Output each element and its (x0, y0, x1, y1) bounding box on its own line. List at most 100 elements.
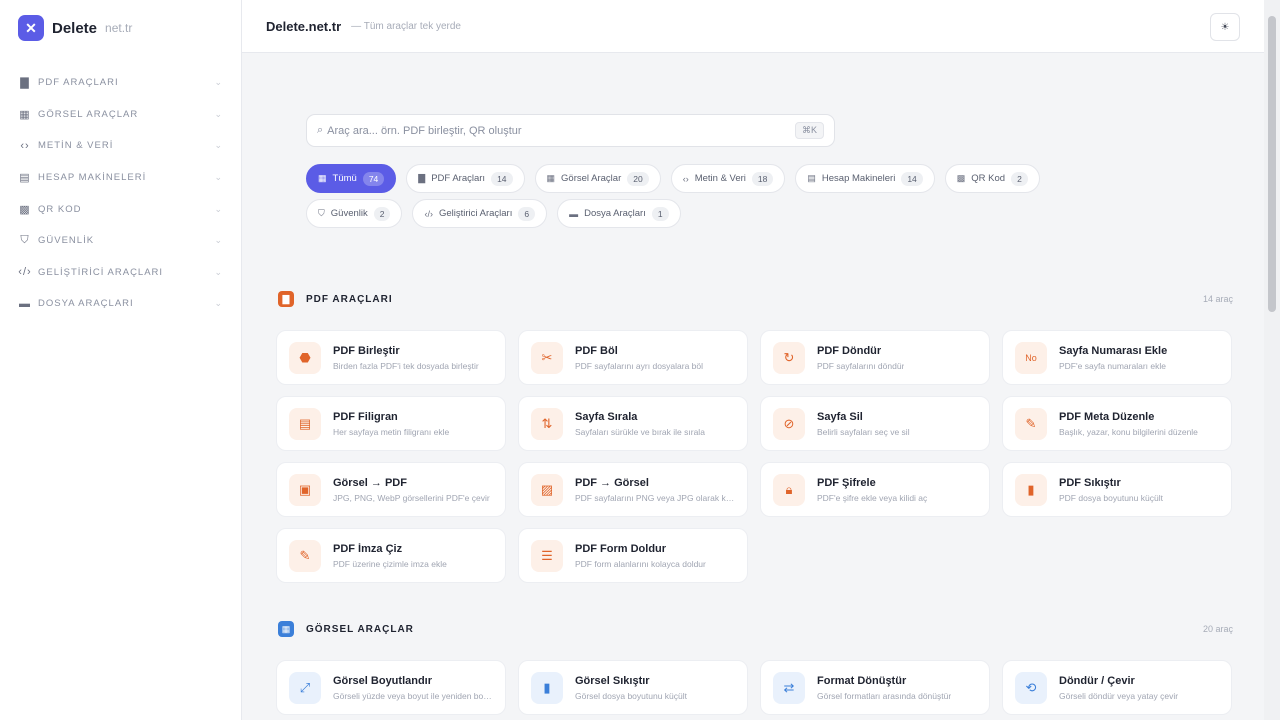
tool-card-pdf-merge[interactable]: ⬣ PDF Birleştir Birden fazla PDF'i tek do… (276, 330, 506, 385)
section-title: GÖRSEL ARAÇLAR (306, 623, 414, 635)
filter-count: 2 (373, 206, 391, 221)
tool-card-pdf-rotate[interactable]: ↻ PDF Döndür PDF sayfalarını döndür (760, 330, 990, 385)
pen-icon: ✎ (289, 539, 321, 572)
card-description: PDF sayfalarını döndür (817, 360, 905, 371)
filter-chip-calculators[interactable]: ▤ Hesap Makineleri 14 (795, 164, 935, 193)
sidebar-item-label: QR KOD (38, 203, 82, 215)
filter-count: 6 (518, 206, 536, 221)
image-to-pdf-icon: ▣ (289, 473, 321, 506)
card-title: PDF Meta Düzenle (1059, 410, 1155, 423)
sidebar-item-calculators[interactable]: ▤ HESAP MAKİNELERİ ⌄ (0, 162, 241, 194)
sidebar-item-qr-code[interactable]: ▩ QR KOD ⌄ (0, 193, 241, 225)
card-title: PDF Şifrele (817, 476, 876, 489)
filter-label: Geliştirici Araçları (438, 208, 513, 219)
code-icon: ‹/› (424, 208, 433, 219)
card-description: Görseli döndür veya yatay çevir (1059, 690, 1179, 701)
card-description: Birden fazla PDF'i tek dosyada birleştir (333, 360, 479, 371)
card-description: Görsel formatları arasında dönüştür (817, 690, 952, 701)
card-description: PDF'e şifre ekle veya kilidi aç (817, 492, 928, 503)
tool-card-pdf-form-fill[interactable]: ☰ PDF Form Doldur PDF form alanlarını kol… (518, 528, 748, 583)
tool-card-page-numbers[interactable]: No Sayfa Numarası Ekle PDF'e sayfa numara… (1002, 330, 1232, 385)
theme-toggle-button[interactable]: ☀ (1210, 13, 1240, 41)
tool-card-page-delete[interactable]: ⊘ Sayfa Sil Belirli sayfaları seç ve sil (760, 396, 990, 451)
tool-card-pdf-watermark[interactable]: ▤ PDF Filigran Her sayfaya metin filigran… (276, 396, 506, 451)
card-title: Sayfa Numarası Ekle (1059, 344, 1168, 357)
tool-card-pdf-compress[interactable]: ▮ PDF Sıkıştır PDF dosya boyutunu küçült (1002, 462, 1232, 517)
search-input[interactable] (327, 124, 795, 137)
filter-chip-pdf[interactable]: ▇ PDF Araçları 14 (406, 164, 525, 193)
tool-card-rotate-flip[interactable]: ⟲ Döndür / Çevir Görseli döndür veya yata… (1002, 660, 1232, 715)
sidebar-item-file-tools[interactable]: ▬ DOSYA ARAÇLARI ⌄ (0, 288, 241, 320)
sidebar-item-pdf-tools[interactable]: ▇ PDF ARAÇLARI ⌄ (0, 67, 241, 99)
card-title: PDF İmza Çiz (333, 542, 403, 555)
filter-count: 18 (751, 171, 774, 186)
card-description: PDF üzerine çizimle imza ekle (333, 558, 447, 569)
filter-chip-all[interactable]: ▦ Tümü 74 (306, 164, 397, 193)
filter-chip-files[interactable]: ▬ Dosya Araçları 1 (557, 199, 681, 228)
scissors-icon: ✂ (531, 341, 563, 374)
edit-icon: ✎ (1015, 407, 1047, 440)
chevron-down-icon: ⌄ (214, 235, 223, 246)
logo-icon: ✕ (18, 15, 44, 41)
filter-chip-text-data[interactable]: ‹› Metin & Veri 18 (670, 164, 786, 193)
chevron-down-icon: ⌄ (214, 266, 223, 277)
tool-card-pdf-sign[interactable]: ✎ PDF İmza Çiz PDF üzerine çizimle imza e… (276, 528, 506, 583)
sidebar-item-text-data[interactable]: ‹› METİN & VERİ ⌄ (0, 130, 241, 162)
folder-icon: ▬ (19, 297, 31, 310)
shield-icon: ⛉ (318, 208, 325, 218)
shortcut-badge: ⌘K (794, 122, 824, 139)
sidebar-item-security[interactable]: ⛉ GÜVENLİK ⌄ (0, 225, 241, 257)
chevron-down-icon: ⌄ (214, 203, 223, 214)
card-title: PDF Filigran (333, 410, 398, 423)
card-title: PDF → Görsel (575, 476, 649, 489)
section-count: 20 araç (1202, 624, 1233, 634)
card-description: JPG, PNG, WebP görsellerini PDF'e çevir (333, 492, 490, 503)
tool-card-image-to-pdf[interactable]: ▣ Görsel → PDF JPG, PNG, WebP görsellerin… (276, 462, 506, 517)
merge-icon: ⬣ (289, 341, 321, 374)
card-title: PDF Sıkıştır (1059, 476, 1121, 489)
pdf-to-image-icon: ▨ (531, 473, 563, 506)
tool-card-format-convert[interactable]: ⇄ Format Dönüştür Görsel formatları arası… (760, 660, 990, 715)
tool-card-pdf-meta[interactable]: ✎ PDF Meta Düzenle Başlık, yazar, konu bi… (1002, 396, 1232, 451)
tool-card-pdf-split[interactable]: ✂ PDF Böl PDF sayfalarını ayrı dosyalara … (518, 330, 748, 385)
brand[interactable]: ✕ Delete net.tr (0, 0, 241, 56)
brand-domain: net.tr (105, 21, 133, 35)
rotate-icon: ↻ (773, 341, 805, 374)
filter-chip-developer[interactable]: ‹/› Geliştirici Araçları 6 (412, 199, 548, 228)
tool-card-page-sort[interactable]: ⇅ Sayfa Sırala Sayfaları sürükle ve bırak… (518, 396, 748, 451)
image-icon: ▦ (278, 621, 294, 637)
page-subtitle: — Tüm araçlar tek yerde (351, 20, 461, 32)
sidebar-item-developer-tools[interactable]: ‹/› GELİŞTİRİCİ ARAÇLARI ⌄ (0, 257, 241, 289)
filter-chip-security[interactable]: ⛉ Güvenlik 2 (306, 199, 403, 228)
number-icon: No (1015, 341, 1047, 374)
tool-card-pdf-to-image[interactable]: ▨ PDF → Görsel PDF sayfalarını PNG veya J… (518, 462, 748, 517)
scrollbar[interactable] (1264, 0, 1280, 720)
calculator-icon: ▤ (19, 172, 31, 185)
sidebar-item-image-tools[interactable]: ▦ GÖRSEL ARAÇLAR ⌄ (0, 99, 241, 131)
scrollbar-thumb[interactable] (1268, 16, 1276, 312)
card-title: PDF Böl (575, 344, 618, 357)
image-icon: ▦ (546, 173, 556, 183)
tool-card-image-compress[interactable]: ▮ Görsel Sıkıştır Görsel dosya boyutunu k… (518, 660, 748, 715)
sidebar: ✕ Delete net.tr ▇ PDF ARAÇLARI ⌄ ▦ GÖRSE… (0, 0, 242, 720)
filter-count: 14 (491, 171, 513, 186)
qr-icon: ▩ (956, 173, 966, 183)
compress-icon: ▮ (531, 671, 563, 704)
section-title: PDF ARAÇLARI (306, 293, 393, 305)
filter-label: Güvenlik (330, 208, 368, 219)
qr-icon: ▩ (19, 203, 31, 216)
filter-chip-qr[interactable]: ▩ QR Kod 2 (944, 164, 1040, 193)
sidebar-item-label: METİN & VERİ (38, 140, 114, 152)
section-header-pdf: ▇ PDF ARAÇLARI 14 araç (278, 289, 1233, 309)
resize-icon: ⤢ (289, 671, 321, 704)
compress-icon: ▮ (1015, 473, 1047, 506)
filter-chip-image[interactable]: ▦ Görsel Araçlar 20 (534, 164, 661, 193)
calculator-icon: ▤ (807, 173, 816, 183)
card-description: Başlık, yazar, konu bilgilerini düzenle (1059, 426, 1198, 437)
tool-card-image-resize[interactable]: ⤢ Görsel Boyutlandır Görseli yüzde veya b… (276, 660, 506, 715)
sidebar-item-label: DOSYA ARAÇLARI (38, 298, 134, 310)
filter-label: Hesap Makineleri (821, 173, 896, 184)
filter-label: Tümü (332, 173, 357, 184)
delete-page-icon: ⊘ (773, 407, 805, 440)
tool-card-pdf-encrypt[interactable]: 🔒︎ PDF Şifrele PDF'e şifre ekle veya kili… (760, 462, 990, 517)
